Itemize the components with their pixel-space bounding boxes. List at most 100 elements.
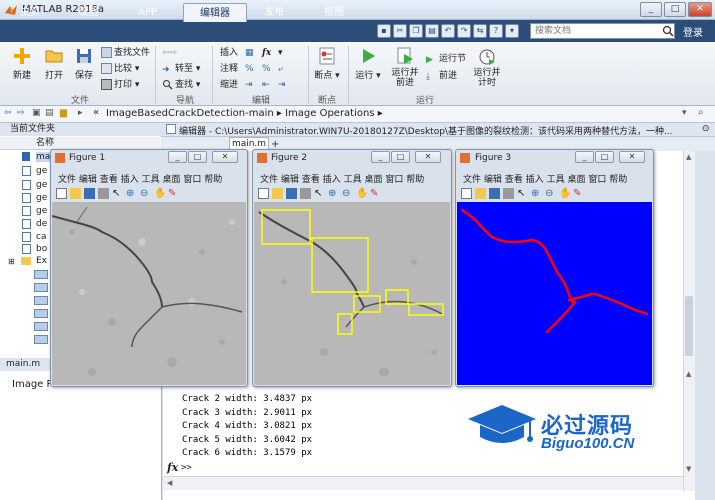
run-and-time-button[interactable]: 运行并 计时	[472, 46, 502, 88]
figure-minimize-button[interactable]: _	[168, 151, 187, 163]
quick-switch-icon[interactable]: ⇆	[473, 24, 487, 38]
figure-minimize-button[interactable]: _	[575, 151, 594, 163]
quick-save-icon[interactable]: ▪	[377, 24, 391, 38]
menu-insert[interactable]: 插入	[526, 175, 544, 185]
print-figure-icon[interactable]	[98, 188, 109, 199]
new-figure-icon[interactable]	[461, 188, 472, 199]
folder-item[interactable]: Ex	[36, 256, 47, 266]
pan-icon[interactable]: ✋	[559, 188, 571, 199]
back-arrow-icon[interactable]: ⇦	[4, 108, 12, 118]
menu-view[interactable]: 查看	[302, 175, 320, 185]
print-figure-icon[interactable]	[503, 188, 514, 199]
run-and-advance-button[interactable]: 运行并 前进	[388, 46, 422, 88]
quick-undo-icon[interactable]: ↶	[441, 24, 455, 38]
pointer-icon[interactable]: ↖	[314, 188, 325, 199]
tab-apps[interactable]: APP	[122, 3, 173, 22]
decrease-indent-icon[interactable]: ⇥	[278, 78, 286, 92]
print-figure-icon[interactable]	[300, 188, 311, 199]
path-search-icon[interactable]: ⌕	[698, 107, 704, 118]
menu-insert[interactable]: 插入	[121, 175, 139, 185]
advance-button[interactable]: ⤓ 前进	[426, 69, 457, 83]
figure-close-button[interactable]: ✕	[619, 151, 645, 163]
editor-menu-icon[interactable]: ⊙	[702, 124, 710, 134]
horizontal-scrollbar[interactable]	[163, 476, 695, 490]
run-button[interactable]: 运行 ▾	[354, 46, 382, 81]
file-item[interactable]: ge	[36, 166, 47, 176]
up-folder-icon[interactable]: ▣	[32, 108, 41, 118]
smart-indent-icon[interactable]: ⇥	[245, 78, 253, 92]
zoom-out-icon[interactable]: ⊖	[545, 188, 556, 199]
menu-view[interactable]: 查看	[505, 175, 523, 185]
quick-paste-icon[interactable]: ▤	[425, 24, 439, 38]
figure-maximize-button[interactable]: □	[188, 151, 207, 163]
menu-tools[interactable]: 工具	[142, 175, 160, 185]
open-file-icon[interactable]	[475, 188, 486, 199]
pan-icon[interactable]: ✋	[154, 188, 166, 199]
figure-close-button[interactable]: ✕	[415, 151, 441, 163]
print-button[interactable]: 打印 ▾	[101, 78, 139, 92]
tab-view[interactable]: 视图	[308, 3, 360, 22]
save-figure-icon[interactable]	[84, 188, 95, 199]
find-files-button[interactable]: 查找文件	[101, 46, 150, 60]
comment-button[interactable]: 注释	[220, 62, 238, 76]
menu-tools[interactable]: 工具	[344, 175, 362, 185]
image-file-icon[interactable]	[34, 296, 48, 305]
close-window-button[interactable]: ✕	[688, 2, 712, 17]
back-forward-button[interactable]: ⇦⇨	[162, 46, 177, 60]
zoom-in-icon[interactable]: ⊕	[328, 188, 339, 199]
image-file-icon[interactable]	[34, 309, 48, 318]
menu-window[interactable]: 窗口	[385, 175, 403, 185]
menu-help[interactable]: 帮助	[204, 175, 222, 185]
browse-folder-icon[interactable]: ▤	[45, 108, 54, 118]
find-button[interactable]: 查找 ▾	[162, 78, 200, 92]
data-cursor-icon[interactable]: ✎	[370, 188, 381, 199]
path-dropdown-icon[interactable]: ▾	[682, 108, 687, 118]
file-item[interactable]: ge	[36, 193, 47, 203]
quick-help-icon[interactable]: ?	[489, 24, 503, 38]
figure-close-button[interactable]: ✕	[212, 151, 238, 163]
new-figure-icon[interactable]	[258, 188, 269, 199]
insert-more-icon[interactable]: ▾	[278, 46, 283, 60]
tab-editor[interactable]: 编辑器	[183, 3, 247, 22]
data-cursor-icon[interactable]: ✎	[168, 188, 179, 199]
pan-icon[interactable]: ✋	[356, 188, 368, 199]
menu-desktop[interactable]: 桌面	[364, 175, 382, 185]
file-item[interactable]: ma	[36, 152, 51, 162]
figure-minimize-button[interactable]: _	[371, 151, 390, 163]
menu-desktop[interactable]: 桌面	[567, 175, 585, 185]
increase-indent-icon[interactable]: ⇤	[262, 78, 270, 92]
quick-redo-icon[interactable]: ↷	[457, 24, 471, 38]
indent-button[interactable]: 缩进	[220, 78, 238, 92]
file-item[interactable]: ca	[36, 232, 46, 242]
file-item[interactable]: de	[36, 219, 47, 229]
figure-maximize-button[interactable]: □	[595, 151, 614, 163]
open-file-icon[interactable]	[272, 188, 283, 199]
new-figure-icon[interactable]	[56, 188, 67, 199]
open-file-icon[interactable]	[70, 188, 81, 199]
login-link[interactable]: 登录	[683, 24, 703, 39]
goto-button[interactable]: ➜ 转至 ▾	[162, 62, 200, 76]
zoom-in-icon[interactable]: ⊕	[126, 188, 137, 199]
menu-file[interactable]: 文件	[260, 175, 278, 185]
quick-copy-icon[interactable]: ❐	[409, 24, 423, 38]
menu-file[interactable]: 文件	[58, 175, 76, 185]
minimize-window-button[interactable]: _	[640, 2, 662, 17]
search-documentation-input[interactable]: 搜索文档	[530, 23, 675, 39]
path-prefix[interactable]: «	[93, 107, 99, 118]
menu-window[interactable]: 窗口	[588, 175, 606, 185]
comment-percent-icon[interactable]: %	[245, 62, 254, 76]
fx-insert-icon[interactable]: fx	[262, 46, 271, 60]
open-button[interactable]: 打开	[40, 46, 68, 81]
search-icon[interactable]	[662, 25, 674, 37]
tab-home[interactable]: 主页	[4, 3, 56, 22]
figure-maximize-button[interactable]: □	[391, 151, 410, 163]
uncomment-icon[interactable]: %	[262, 62, 271, 76]
insert-section-icon[interactable]: ▦	[245, 46, 254, 60]
tab-publish[interactable]: 发布	[248, 3, 300, 22]
tab-plots[interactable]: 绘图	[62, 3, 114, 22]
menu-tools[interactable]: 工具	[547, 175, 565, 185]
file-item[interactable]: ge	[36, 206, 47, 216]
file-item[interactable]: ge	[36, 180, 47, 190]
forward-arrow-icon[interactable]: ⇨	[17, 108, 25, 118]
menu-help[interactable]: 帮助	[406, 175, 424, 185]
